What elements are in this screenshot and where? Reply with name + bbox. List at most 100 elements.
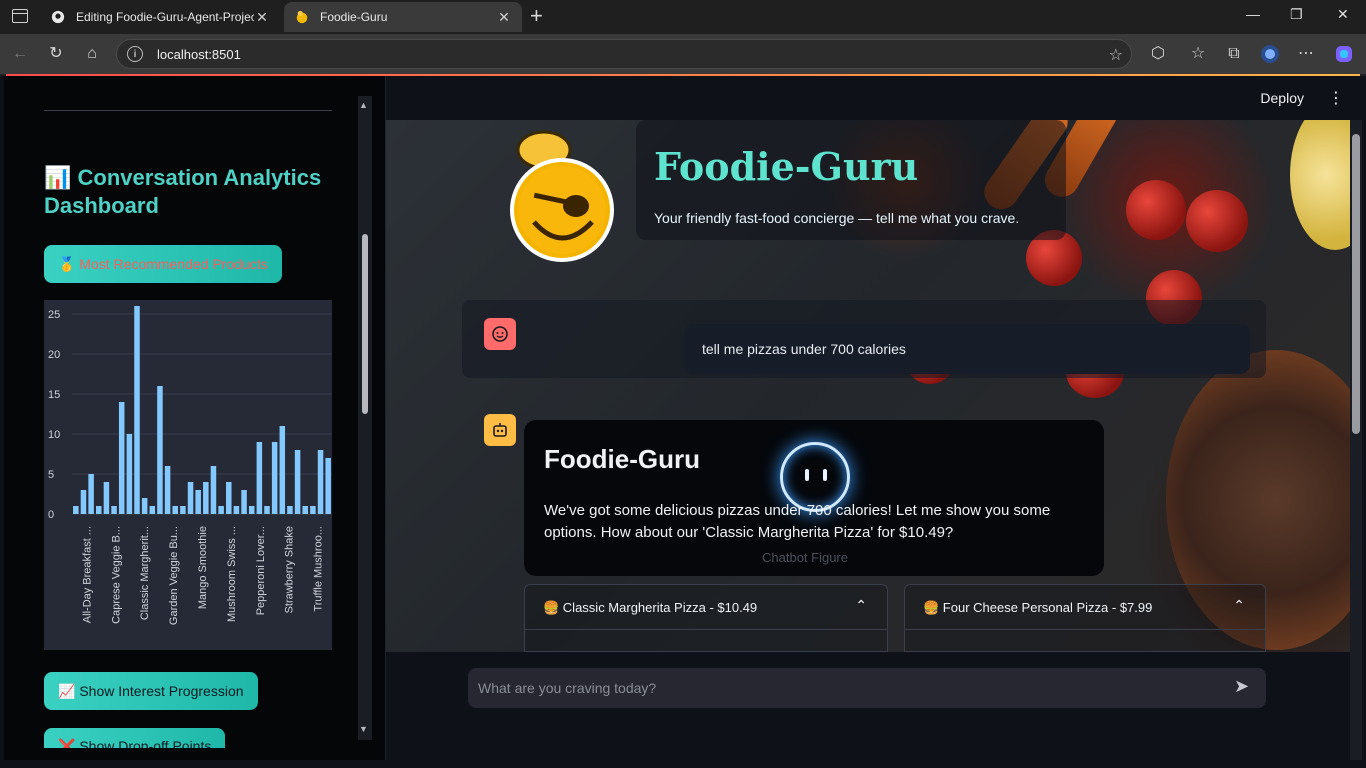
bar[interactable] — [88, 474, 94, 514]
scroll-down-icon[interactable]: ▼ — [359, 724, 368, 734]
sidebar: 📊 Conversation Analytics Dashboard 🥇 Mos… — [4, 76, 386, 760]
chef-favicon-icon — [294, 9, 310, 25]
scroll-up-icon[interactable]: ▲ — [359, 100, 368, 110]
bar[interactable] — [241, 490, 247, 514]
profile-avatar[interactable] — [1260, 44, 1280, 70]
minimize-icon[interactable]: — — [1246, 6, 1260, 22]
product-label: 🍔 Classic Margherita Pizza - $10.49 — [543, 600, 758, 615]
bar[interactable] — [73, 506, 79, 514]
back-icon[interactable]: ← — [10, 44, 30, 64]
tab-title: Editing Foodie-Guru-Agent-Project — [76, 10, 254, 24]
bar[interactable] — [317, 450, 324, 514]
sidebar-toggle-icon[interactable] — [12, 9, 28, 23]
bar[interactable] — [103, 482, 110, 514]
bar[interactable] — [118, 402, 125, 514]
bar[interactable] — [210, 466, 217, 514]
product-expander[interactable]: 🍔 Four Cheese Personal Pizza - $7.99 ⌃ — [904, 584, 1266, 652]
y-tick-label: 15 — [48, 389, 60, 401]
tab-github[interactable]: Editing Foodie-Guru-Agent-Project ✕ — [40, 2, 280, 32]
x-tick-label: Caprese Veggie B... — [110, 526, 122, 624]
bar[interactable] — [126, 434, 133, 514]
copilot-icon[interactable] — [1334, 44, 1354, 70]
tomato-decoration — [1126, 180, 1186, 240]
bar[interactable] — [248, 506, 255, 514]
user-message: tell me pizzas under 700 calories — [684, 324, 1250, 374]
browser-navbar: ← ↻ ⌂ i localhost:8501 ☆ ⬡ ☆ ⧉ ⋯ — [0, 34, 1366, 74]
bar[interactable] — [256, 442, 263, 514]
user-avatar — [484, 318, 516, 350]
face-icon — [492, 326, 508, 342]
bar[interactable] — [96, 506, 102, 514]
bar[interactable] — [279, 426, 286, 514]
main-scroll-thumb[interactable] — [1352, 134, 1360, 434]
bar[interactable] — [157, 386, 163, 514]
x-tick-label: Strawberry Shake — [284, 526, 296, 613]
chevron-up-icon[interactable]: ⌃ — [1233, 597, 1245, 614]
x-tick-label: Mango Smoothie — [197, 526, 209, 609]
bar[interactable] — [287, 506, 293, 514]
address-bar[interactable]: i localhost:8501 ☆ — [116, 39, 1132, 69]
favorites-icon[interactable]: ☆ — [1188, 44, 1208, 64]
robot-icon — [493, 423, 507, 437]
bar[interactable] — [149, 506, 156, 514]
close-window-icon[interactable]: ✕ — [1337, 6, 1349, 23]
tab-title: Foodie-Guru — [320, 10, 388, 24]
bar[interactable] — [134, 306, 140, 514]
reload-icon[interactable]: ↻ — [46, 44, 66, 64]
expander-divider — [905, 629, 1265, 630]
deploy-button[interactable]: Deploy — [1260, 90, 1304, 106]
restore-icon[interactable]: ❐ — [1290, 6, 1303, 23]
bar[interactable] — [302, 506, 308, 514]
bar[interactable] — [141, 498, 148, 514]
sidebar-scroll-thumb[interactable] — [362, 234, 368, 414]
y-tick-label: 20 — [48, 349, 60, 361]
sidebar-scrollbar[interactable] — [358, 96, 372, 740]
recommended-products-chart: 0 5 10 15 20 25 All-Day Breakfast ... Caprese V… — [44, 300, 332, 650]
bar[interactable] — [180, 506, 186, 514]
show-dropoff-button[interactable]: ❌ Show Drop-off Points — [44, 728, 226, 748]
more-vertical-icon[interactable]: ⋮ — [1328, 88, 1344, 108]
bar[interactable] — [187, 482, 194, 514]
new-tab-button[interactable]: + — [530, 4, 543, 28]
bar[interactable] — [310, 506, 316, 514]
expander-divider — [525, 629, 887, 630]
page-subtitle: Your friendly fast-food concierge — tell… — [654, 210, 1020, 226]
browser-tab-strip: Editing Foodie-Guru-Agent-Project ✕ Food… — [0, 0, 1366, 34]
bar[interactable] — [111, 506, 117, 514]
send-icon[interactable]: ➤ — [1234, 676, 1249, 697]
bar-chart-svg: 0 5 10 15 20 25 All-Day Breakfast ... Caprese V… — [48, 306, 332, 625]
bar[interactable] — [226, 482, 232, 514]
site-info-icon[interactable]: i — [127, 46, 143, 62]
bar[interactable] — [80, 490, 87, 514]
y-tick-label: 25 — [48, 309, 60, 321]
settings-more-icon[interactable]: ⋯ — [1296, 44, 1316, 64]
bar[interactable] — [294, 450, 301, 514]
bar[interactable] — [271, 442, 278, 514]
chef-logo — [510, 130, 614, 262]
x-tick-label: Classic Margherit... — [139, 526, 151, 620]
y-tick-label: 10 — [48, 429, 60, 441]
assistant-name: Foodie-Guru — [544, 444, 700, 474]
bar[interactable] — [218, 506, 224, 514]
bar[interactable] — [203, 482, 209, 514]
home-icon[interactable]: ⌂ — [82, 44, 102, 64]
product-expander[interactable]: 🍔 Classic Margherita Pizza - $10.49 ⌃ — [524, 584, 888, 652]
bar[interactable] — [172, 506, 178, 514]
favorite-star-icon[interactable]: ☆ — [1109, 45, 1123, 65]
chat-input[interactable] — [468, 668, 1266, 708]
bar[interactable] — [325, 458, 331, 514]
bar[interactable] — [233, 506, 240, 514]
bar[interactable] — [164, 466, 171, 514]
tab-foodie-guru[interactable]: Foodie-Guru ✕ — [284, 2, 522, 32]
chevron-up-icon[interactable]: ⌃ — [855, 597, 867, 614]
close-tab-icon[interactable]: ✕ — [496, 9, 512, 26]
product-label: 🍔 Four Cheese Personal Pizza - $7.99 — [923, 600, 1153, 615]
most-recommended-button[interactable]: 🥇 Most Recommended Products — [44, 245, 282, 283]
close-tab-icon[interactable]: ✕ — [254, 9, 270, 26]
show-interest-progression-button[interactable]: 📈 Show Interest Progression — [44, 672, 258, 710]
x-tick-label: Garden Veggie Bu... — [168, 526, 180, 625]
collections-icon[interactable]: ⧉ — [1224, 44, 1244, 64]
bar[interactable] — [264, 506, 270, 514]
extensions-icon[interactable]: ⬡ — [1148, 44, 1168, 64]
bar[interactable] — [195, 490, 201, 514]
